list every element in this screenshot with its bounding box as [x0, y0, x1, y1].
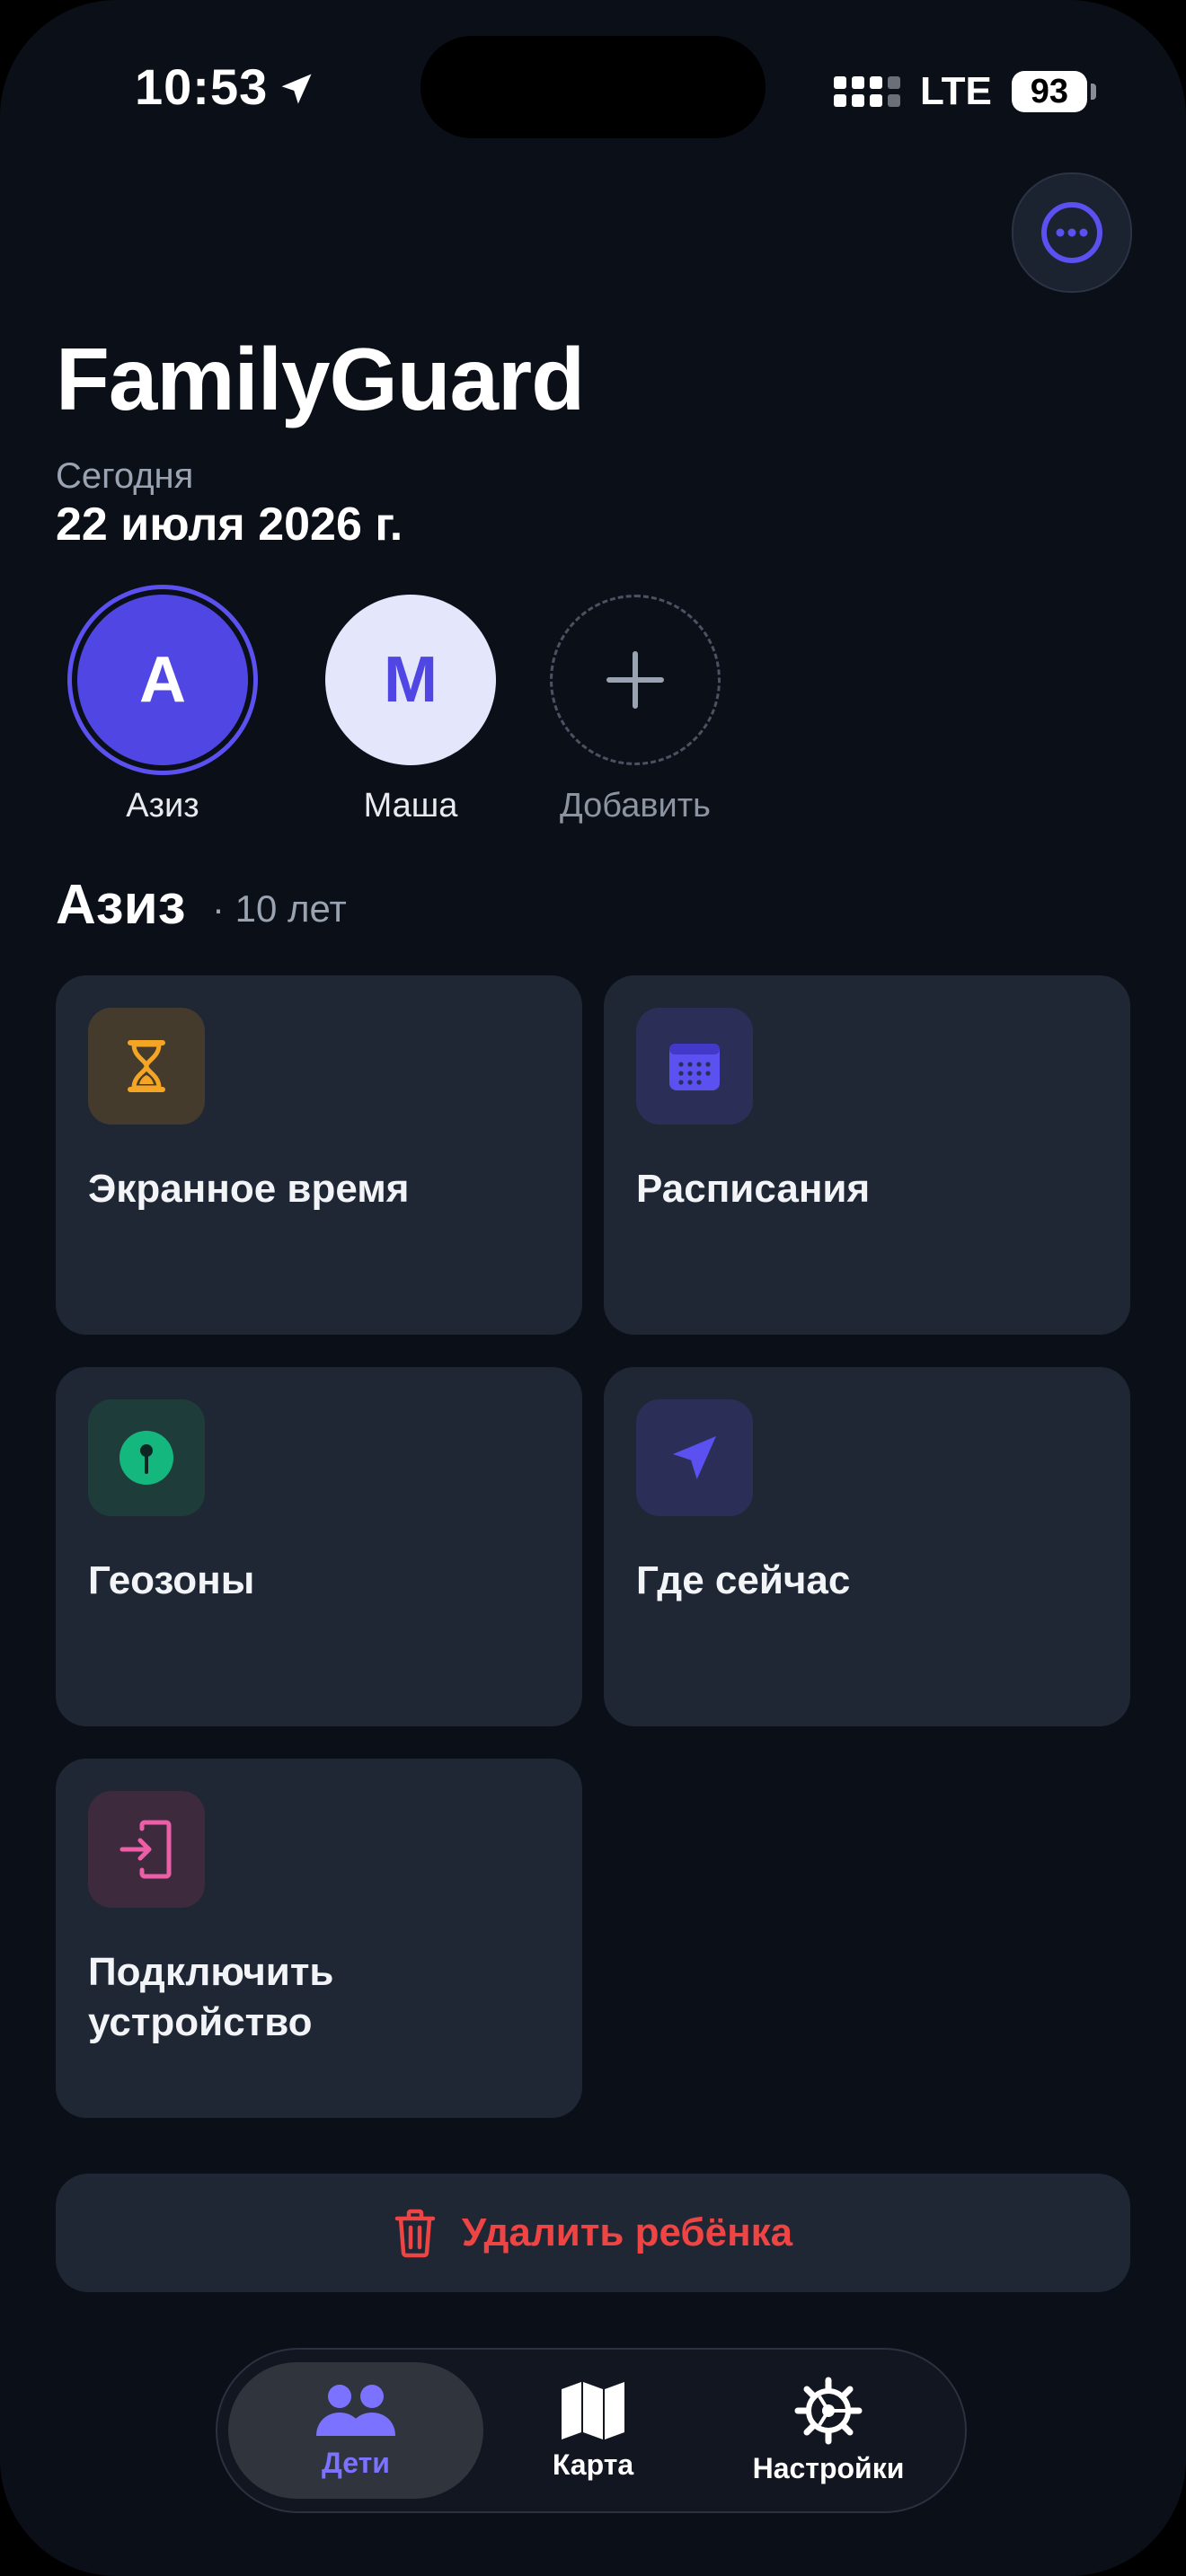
plus-icon: [606, 651, 664, 709]
screen-time-card[interactable]: Экранное время: [56, 975, 582, 1335]
signal-icon: [834, 76, 900, 107]
card-title: Расписания: [636, 1167, 871, 1211]
tab-label: Карта: [552, 2448, 634, 2481]
card-title: Экранное время: [88, 1167, 410, 1211]
navigation-arrow-icon: [636, 1399, 753, 1516]
battery-level: 93: [1030, 73, 1068, 110]
child-name-label[interactable]: Маша: [294, 787, 527, 825]
child-avatar-masha[interactable]: М: [325, 595, 496, 765]
add-child-button[interactable]: [550, 595, 721, 765]
tab-children[interactable]: Дети: [228, 2362, 483, 2499]
avatar-initial: А: [139, 644, 186, 716]
hourglass-icon: [88, 1008, 205, 1125]
date-value: 22 июля 2026 г.: [56, 498, 403, 551]
date-label: Сегодня: [56, 456, 194, 496]
geofences-card[interactable]: Геозоны: [56, 1367, 582, 1726]
card-title: Где сейчас: [636, 1558, 851, 1602]
settings-gear-icon: [794, 2377, 863, 2444]
ellipsis-circle-icon: [1041, 202, 1102, 263]
child-name-label[interactable]: Азиз: [46, 787, 279, 825]
delete-child-label: Удалить ребёнка: [461, 2210, 793, 2254]
battery-icon: 93: [1011, 71, 1096, 112]
connect-device-card[interactable]: Подключить устройство: [56, 1759, 582, 2118]
tab-label: Дети: [322, 2446, 390, 2479]
child-avatar-aziz[interactable]: А: [77, 595, 248, 765]
more-options-button[interactable]: [1012, 172, 1132, 293]
connect-device-icon: [88, 1791, 205, 1908]
map-icon: [562, 2381, 624, 2439]
selected-child-age: · 10 лет: [212, 887, 347, 930]
selected-child-name: Азиз: [56, 874, 186, 936]
people-icon: [316, 2384, 395, 2436]
tab-map[interactable]: Карта: [465, 2362, 721, 2499]
phone-screen: 10:53 LTE 93 FamilyGuard Сегодня 22 июля…: [0, 0, 1186, 2576]
card-title: Подключить устройство: [88, 1950, 334, 2044]
delete-child-button[interactable]: Удалить ребёнка: [56, 2174, 1130, 2292]
tab-label: Настройки: [752, 2451, 905, 2484]
current-location-card[interactable]: Где сейчас: [604, 1367, 1130, 1726]
status-indicators: LTE 93: [834, 65, 1096, 119]
tab-bar: Дети Карта Настройки: [216, 2348, 967, 2513]
status-time: 10:53: [135, 57, 316, 120]
status-time-text: 10:53: [135, 58, 269, 115]
trash-icon: [394, 2209, 436, 2258]
map-pin-icon: [88, 1399, 205, 1516]
add-child-label[interactable]: Добавить: [518, 787, 752, 825]
dynamic-island: [420, 36, 766, 138]
card-title: Геозоны: [88, 1558, 255, 1602]
network-type: LTE: [920, 69, 992, 113]
tab-settings[interactable]: Настройки: [701, 2362, 956, 2499]
schedules-card[interactable]: Расписания: [604, 975, 1130, 1335]
avatar-initial: М: [384, 644, 438, 716]
location-arrow-icon: [277, 62, 316, 120]
calendar-icon: [636, 1008, 753, 1125]
app-title: FamilyGuard: [56, 330, 585, 428]
